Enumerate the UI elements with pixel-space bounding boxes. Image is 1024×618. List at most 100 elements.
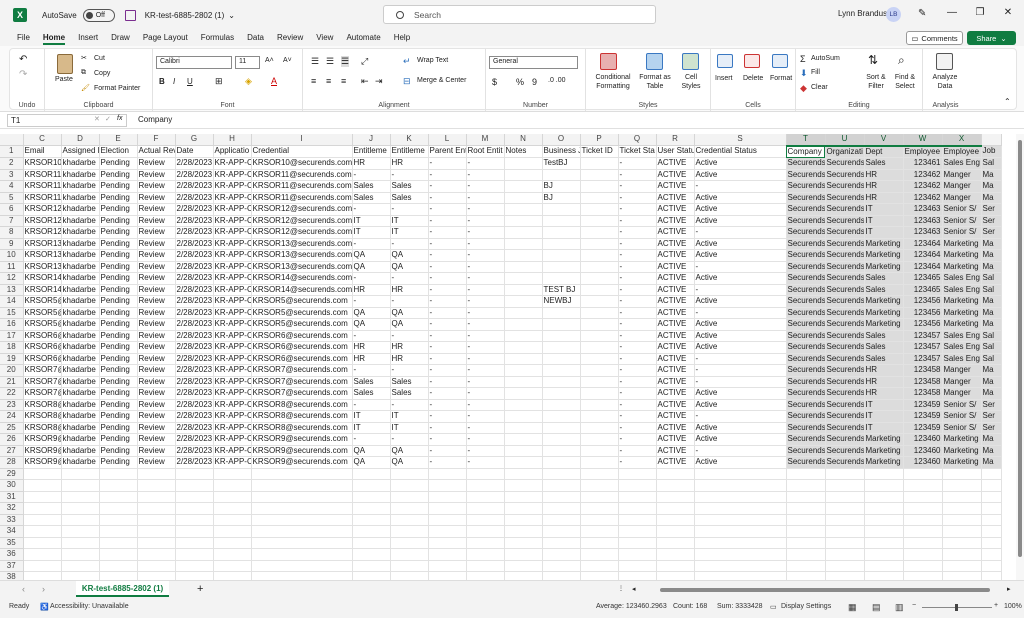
cell[interactable]	[23, 525, 62, 538]
cell[interactable]	[580, 548, 619, 561]
font-name-select[interactable]: Calibri	[156, 56, 232, 69]
cell[interactable]	[542, 456, 581, 469]
cell[interactable]	[352, 491, 391, 503]
cell[interactable]: KRSOR9@	[23, 456, 62, 469]
cell[interactable]: KRSOR7@	[23, 376, 62, 388]
cell[interactable]: Securends	[825, 307, 865, 319]
cell[interactable]	[504, 548, 543, 561]
wrap-text-button[interactable]: Wrap Text	[417, 57, 448, 64]
cell[interactable]: Pending	[99, 433, 138, 446]
cell[interactable]: -	[428, 341, 467, 354]
cell[interactable]: Pending	[99, 364, 138, 377]
cell[interactable]: -	[694, 226, 787, 239]
cell[interactable]: Pending	[99, 387, 138, 400]
cell[interactable]	[504, 571, 543, 580]
cell[interactable]: -	[428, 433, 467, 446]
cell[interactable]: Pending	[99, 422, 138, 434]
cell-styles-icon[interactable]	[682, 53, 699, 70]
cell[interactable]: KRSOR13@securends.com	[251, 261, 353, 273]
cell[interactable]	[542, 238, 581, 250]
cell[interactable]: HR	[864, 364, 904, 377]
cell[interactable]: 2/28/2023	[175, 456, 214, 469]
cell[interactable]	[428, 479, 467, 492]
cell[interactable]	[175, 468, 214, 480]
cell[interactable]	[542, 226, 581, 239]
cell[interactable]	[99, 571, 138, 580]
cell[interactable]: -	[466, 376, 505, 388]
cell[interactable]	[656, 525, 695, 538]
cell[interactable]: 2/28/2023	[175, 353, 214, 365]
cell[interactable]: 123459	[903, 399, 943, 411]
cell[interactable]	[99, 514, 138, 526]
cell[interactable]	[825, 548, 865, 561]
cell[interactable]	[618, 468, 657, 480]
cell[interactable]	[213, 560, 252, 572]
cell[interactable]: -	[618, 203, 657, 216]
analyze-data-button[interactable]: Analyze Data	[928, 73, 962, 91]
cell[interactable]: 123463	[903, 215, 943, 227]
cell[interactable]: -	[428, 456, 467, 469]
cell[interactable]: Sales Eng	[942, 157, 982, 170]
cell[interactable]: -	[466, 203, 505, 216]
cell[interactable]: -	[428, 387, 467, 400]
cell[interactable]	[981, 468, 1002, 480]
cell[interactable]: Company	[786, 145, 826, 158]
cell[interactable]	[981, 502, 1002, 515]
cell[interactable]: Sales	[390, 376, 429, 388]
cell[interactable]	[542, 318, 581, 331]
font-size-select[interactable]: 11	[235, 56, 260, 69]
cell[interactable]: -	[428, 284, 467, 296]
cell[interactable]: 123459	[903, 422, 943, 434]
cell[interactable]	[903, 502, 943, 515]
cell[interactable]: Securends	[786, 330, 826, 342]
cell[interactable]	[542, 491, 581, 503]
cell[interactable]: -	[466, 272, 505, 285]
cell[interactable]	[864, 537, 904, 549]
hscroll-menu-icon[interactable]: ⋮	[618, 585, 624, 592]
cell[interactable]	[825, 560, 865, 572]
cell[interactable]: 2/28/2023	[175, 226, 214, 239]
cell[interactable]: KRSOR7@securends.com	[251, 387, 353, 400]
cell[interactable]	[175, 479, 214, 492]
cell[interactable]: KRSOR9@	[23, 445, 62, 457]
cell[interactable]: -	[466, 341, 505, 354]
menu-file[interactable]: File	[17, 30, 30, 46]
cell[interactable]: Manger	[942, 192, 982, 204]
cell[interactable]: KRSOR8@	[23, 422, 62, 434]
cell[interactable]: Securends	[825, 399, 865, 411]
cell[interactable]	[786, 537, 826, 549]
cell[interactable]	[656, 548, 695, 561]
row-header[interactable]: 37	[0, 560, 24, 572]
page-layout-view-icon[interactable]: ▤	[872, 602, 881, 613]
cell[interactable]: Sales Eng	[942, 341, 982, 354]
cell[interactable]: Securends	[786, 353, 826, 365]
cell[interactable]	[903, 514, 943, 526]
cell[interactable]: ACTIVE	[656, 364, 695, 377]
cell[interactable]: -	[694, 410, 787, 423]
cell[interactable]: Securends	[786, 238, 826, 250]
cell[interactable]: HR	[864, 192, 904, 204]
cell[interactable]: -	[466, 433, 505, 446]
cell[interactable]	[390, 468, 429, 480]
cell[interactable]: Active	[694, 341, 787, 354]
cell[interactable]: KR-APP-C	[213, 422, 252, 434]
cell[interactable]	[352, 479, 391, 492]
cell[interactable]	[656, 502, 695, 515]
cell[interactable]	[864, 560, 904, 572]
cell[interactable]	[504, 192, 543, 204]
cell[interactable]	[99, 560, 138, 572]
cell[interactable]: Pending	[99, 180, 138, 193]
cell[interactable]	[542, 376, 581, 388]
cell[interactable]: HR	[352, 341, 391, 354]
cell[interactable]: KR-APP-C	[213, 249, 252, 262]
cell[interactable]: ACTIVE	[656, 284, 695, 296]
cell[interactable]: 123465	[903, 284, 943, 296]
cell[interactable]	[618, 525, 657, 538]
cell[interactable]: Securends	[786, 445, 826, 457]
cell[interactable]: Securends	[825, 353, 865, 365]
cell[interactable]: Securends	[825, 238, 865, 250]
cell[interactable]	[213, 479, 252, 492]
cell[interactable]: khadarbe	[61, 399, 100, 411]
cell[interactable]: Senior S/	[942, 422, 982, 434]
cell[interactable]: -	[618, 445, 657, 457]
